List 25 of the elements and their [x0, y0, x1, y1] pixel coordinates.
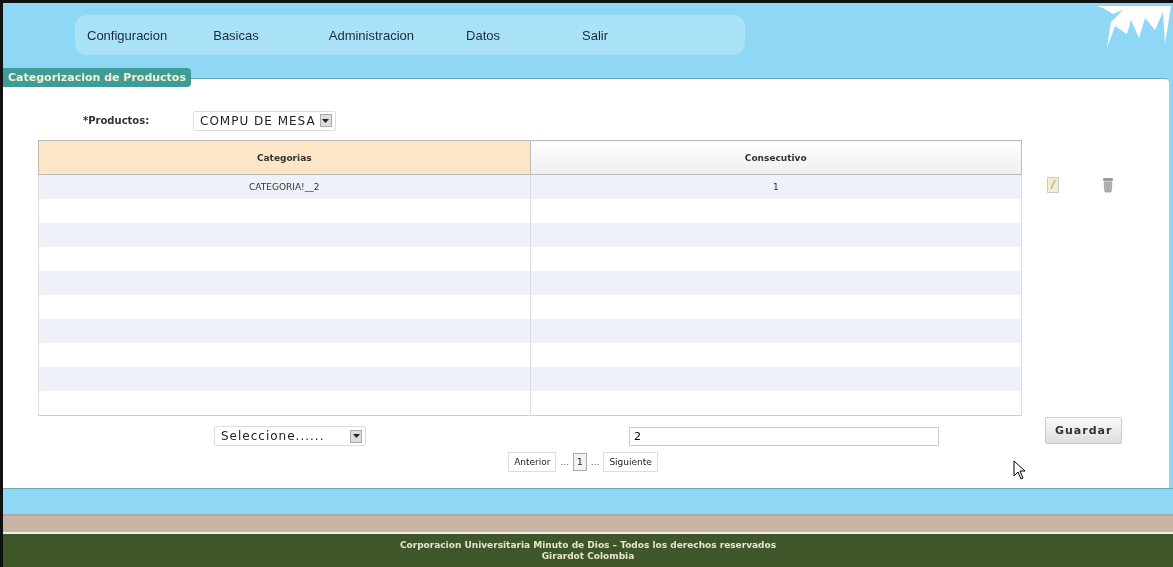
table-cell: 1: [530, 174, 1022, 199]
trash-icon[interactable]: [1102, 177, 1114, 193]
panel-title: Categorizacion de Productos: [3, 68, 191, 87]
table-cell: CATEGORIA!__2: [38, 174, 530, 199]
menu-item[interactable]: Salir: [582, 27, 608, 43]
column-header[interactable]: Consecutivo: [530, 140, 1022, 175]
menu-item[interactable]: Datos: [466, 27, 500, 43]
menu-item[interactable]: Administracion: [328, 27, 414, 43]
edit-icon[interactable]: [1047, 177, 1059, 193]
pagination-ellipsis: ...: [560, 457, 570, 467]
save-button[interactable]: Guardar: [1045, 416, 1123, 444]
footer-text: Girardot Colombia: [540, 551, 636, 562]
next-button[interactable]: Siguiente: [603, 452, 658, 472]
footer-text: Corporacion Universitaria Minuto de Dios – Todos los derechos reservados: [398, 540, 778, 551]
menu-item[interactable]: Basicas: [213, 27, 259, 43]
previous-button[interactable]: Anterior: [508, 452, 557, 472]
column-header[interactable]: Categorias: [38, 140, 530, 175]
consecutive-input[interactable]: 2: [629, 426, 939, 446]
pagination-ellipsis: ...: [590, 457, 600, 467]
field-label: *Productos:: [83, 115, 151, 126]
mouse-pointer-icon: [1013, 460, 1027, 480]
page-button[interactable]: 1: [573, 453, 587, 471]
category-select[interactable]: Seleccione......: [214, 426, 366, 446]
menu-item[interactable]: Configuracion: [87, 27, 168, 43]
product-select[interactable]: COMPU DE MESA: [193, 110, 336, 131]
